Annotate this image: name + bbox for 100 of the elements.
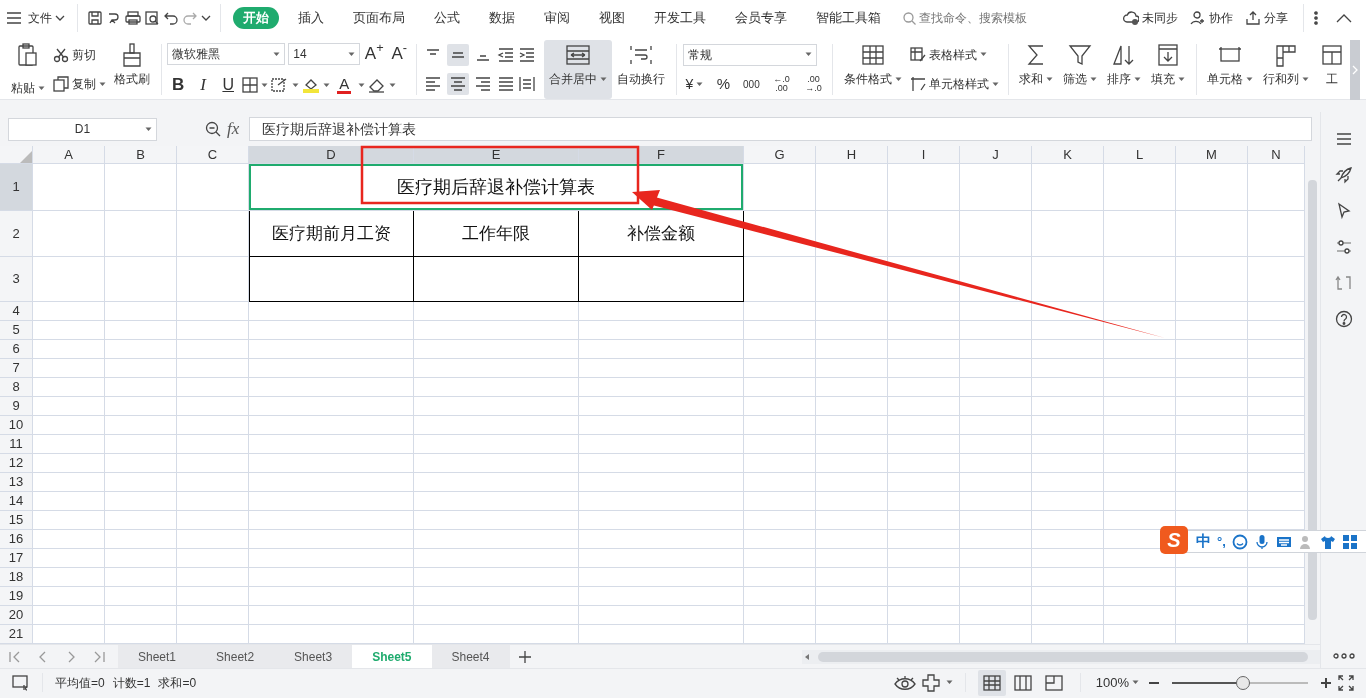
row-header[interactable]: 17 xyxy=(0,549,33,568)
row-header[interactable]: 5 xyxy=(0,321,33,340)
column-header[interactable]: G xyxy=(744,146,816,164)
first-sheet-icon[interactable] xyxy=(8,649,22,664)
eraser-icon[interactable] xyxy=(368,77,387,93)
file-menu[interactable]: 文件 xyxy=(25,8,68,28)
row-header[interactable]: 3 xyxy=(0,257,33,302)
rows-columns-button[interactable]: 行和列 xyxy=(1258,40,1314,99)
cut-button[interactable]: 剪切 xyxy=(50,44,109,65)
cell-style-button[interactable]: 单元格样式 xyxy=(906,74,1002,95)
row-header[interactable]: 11 xyxy=(0,435,33,454)
rocket-icon[interactable] xyxy=(1334,166,1353,184)
column-header[interactable]: N xyxy=(1248,146,1305,164)
bold-button[interactable]: B xyxy=(167,74,190,96)
row-header[interactable]: 1 xyxy=(0,164,33,211)
collab-button[interactable]: 协作 xyxy=(1187,8,1236,28)
column-header[interactable]: L xyxy=(1104,146,1176,164)
table-cell[interactable] xyxy=(414,257,579,302)
macro-icon[interactable] xyxy=(12,674,30,691)
more-icon[interactable] xyxy=(1313,10,1319,26)
sheet-tab[interactable]: Sheet4 xyxy=(431,645,510,668)
sheet-tab[interactable]: Sheet2 xyxy=(196,645,275,668)
zoom-level[interactable]: 100% xyxy=(1092,671,1142,694)
shrink-font-button[interactable]: A$^{-}$ xyxy=(388,43,411,65)
slider-thumb[interactable] xyxy=(1235,675,1250,690)
cell-button[interactable]: 单元格 xyxy=(1202,40,1258,99)
undo-icon[interactable] xyxy=(163,10,179,26)
worksheet-button[interactable]: 工 xyxy=(1314,40,1350,99)
thousands-button[interactable]: 000 xyxy=(740,73,763,95)
row-header[interactable]: 8 xyxy=(0,378,33,397)
indent-icon[interactable] xyxy=(518,45,537,64)
row-header[interactable]: 6 xyxy=(0,340,33,359)
menu-tab[interactable]: 插入 xyxy=(288,6,334,30)
sync-button[interactable]: 未同步 xyxy=(1120,8,1181,28)
preview-icon[interactable] xyxy=(144,10,160,26)
font-size-field[interactable]: 14 xyxy=(288,43,361,65)
column-header[interactable]: I xyxy=(888,146,960,164)
row-header[interactable]: 15 xyxy=(0,511,33,530)
conditional-format-button[interactable]: 条件格式 xyxy=(838,40,907,99)
help-icon[interactable] xyxy=(1334,310,1353,328)
row-header[interactable]: 4 xyxy=(0,302,33,321)
column-header[interactable]: A xyxy=(33,146,105,164)
align-center-button[interactable] xyxy=(447,73,470,96)
column-header[interactable]: B xyxy=(105,146,177,164)
share-button[interactable]: 分享 xyxy=(1242,8,1291,28)
column-header[interactable]: C xyxy=(177,146,249,164)
menu-tab[interactable]: 智能工具箱 xyxy=(806,6,891,30)
dropdown-icon[interactable] xyxy=(201,15,211,21)
menu-tab[interactable]: 公式 xyxy=(424,6,470,30)
distribute-icon[interactable] xyxy=(518,75,537,94)
menu-tab[interactable]: 视图 xyxy=(589,6,635,30)
collapse-icon[interactable] xyxy=(1336,13,1352,23)
table-style-button[interactable]: 表格样式 xyxy=(906,44,1002,65)
row-header[interactable]: 12 xyxy=(0,454,33,473)
row-header[interactable]: 18 xyxy=(0,568,33,587)
menu-tab[interactable]: 页面布局 xyxy=(343,6,415,30)
menu-tab[interactable]: 开发工具 xyxy=(644,6,716,30)
row-header[interactable]: 21 xyxy=(0,625,33,644)
name-box[interactable]: D1 xyxy=(8,117,157,141)
scrollbar-thumb[interactable] xyxy=(817,651,1308,662)
export-icon[interactable] xyxy=(106,10,122,26)
eye-icon[interactable] xyxy=(893,674,916,691)
zoom-in-icon[interactable] xyxy=(1320,676,1332,689)
add-sheet-icon[interactable] xyxy=(517,649,532,664)
save-icon[interactable] xyxy=(87,10,103,26)
outdent-icon[interactable] xyxy=(497,45,516,64)
table-cell[interactable] xyxy=(249,257,414,302)
row-header[interactable]: 19 xyxy=(0,587,33,606)
remove-decimal-button[interactable]: .00 →.0 xyxy=(800,73,827,95)
more-icon[interactable] xyxy=(1332,653,1355,659)
filter-button[interactable]: 筛选 xyxy=(1057,40,1102,99)
menu-tab[interactable]: 会员专享 xyxy=(725,6,797,30)
hamburger-icon[interactable] xyxy=(1334,130,1353,148)
sheet-tab[interactable]: Sheet3 xyxy=(274,645,353,668)
percent-button[interactable]: % xyxy=(712,73,735,95)
number-format-field[interactable]: 常规 xyxy=(682,43,817,66)
microphone-icon[interactable] xyxy=(1253,533,1270,550)
borders-icon[interactable] xyxy=(242,77,259,93)
row-header[interactable]: 7 xyxy=(0,359,33,378)
font-color-button[interactable]: A xyxy=(333,74,356,96)
sliders-icon[interactable] xyxy=(1334,238,1353,256)
column-header[interactable]: D xyxy=(249,146,414,164)
row-header[interactable]: 14 xyxy=(0,492,33,511)
fill-color-icon[interactable] xyxy=(302,77,321,93)
wrap-text-button[interactable]: 自动换行 xyxy=(612,40,671,99)
column-header[interactable]: J xyxy=(960,146,1032,164)
row-header[interactable]: 13 xyxy=(0,473,33,492)
column-header[interactable]: K xyxy=(1032,146,1104,164)
search-field[interactable]: 查找命令、搜索模板 xyxy=(903,9,1049,27)
paste-button[interactable]: 粘贴 xyxy=(6,40,50,99)
copy-button[interactable]: 复制 xyxy=(50,74,109,95)
merge-center-button[interactable]: 合并居中 xyxy=(544,40,613,99)
transfer-icon[interactable] xyxy=(1334,274,1353,292)
format-painter-button[interactable]: 格式刷 xyxy=(109,40,155,99)
menu-icon[interactable] xyxy=(6,11,22,25)
column-header[interactable]: M xyxy=(1176,146,1248,164)
add-decimal-button[interactable]: ←.0 .00 xyxy=(768,73,795,95)
normal-view-button[interactable] xyxy=(977,669,1006,696)
table-cell[interactable] xyxy=(579,257,744,302)
justify-icon[interactable] xyxy=(497,75,516,94)
